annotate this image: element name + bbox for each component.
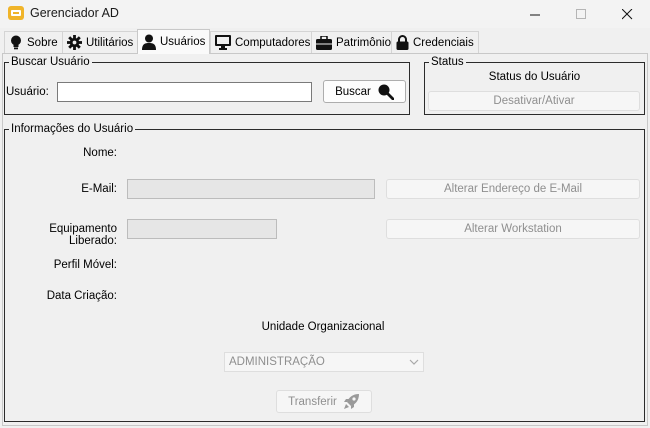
user-label: Usuário: bbox=[6, 86, 49, 98]
maximize-icon bbox=[575, 8, 586, 19]
email-label: E-Mail: bbox=[81, 183, 117, 195]
lightbulb-icon bbox=[11, 35, 21, 50]
user-search-input[interactable] bbox=[57, 82, 312, 102]
close-button[interactable] bbox=[604, 0, 650, 28]
user-info-legend: Informações do Usuário bbox=[9, 122, 136, 136]
name-label: Nome: bbox=[83, 147, 117, 159]
tab-computadores[interactable]: Computadores bbox=[210, 31, 316, 53]
briefcase-icon bbox=[316, 35, 332, 50]
ou-selected-value: ADMINISTRAÇÃO bbox=[229, 356, 325, 368]
search-button[interactable]: Buscar bbox=[323, 80, 406, 103]
profile-label: Perfil Móvel: bbox=[53, 259, 117, 271]
ou-select[interactable]: ADMINISTRAÇÃO bbox=[224, 352, 424, 372]
maximize-button[interactable] bbox=[558, 0, 604, 28]
change-email-button[interactable]: Alterar Endereço de E-Mail bbox=[386, 179, 640, 199]
created-label: Data Criação: bbox=[46, 290, 117, 302]
status-heading: Status do Usuário bbox=[488, 71, 581, 83]
lock-icon bbox=[396, 35, 409, 50]
search-icon bbox=[378, 84, 394, 100]
change-workstation-button[interactable]: Alterar Workstation bbox=[386, 219, 640, 239]
tab-credenciais[interactable]: Credenciais bbox=[391, 31, 479, 53]
minimize-icon bbox=[529, 14, 540, 15]
change-email-label: Alterar Endereço de E-Mail bbox=[443, 183, 583, 195]
tab-patrimonio-label: Patrimônio bbox=[336, 36, 391, 49]
tab-usuarios-label: Usuários bbox=[160, 36, 206, 48]
transfer-button[interactable]: Transferir bbox=[276, 390, 372, 413]
toggle-status-label: Desativar/Ativar bbox=[493, 95, 575, 107]
user-icon bbox=[142, 34, 156, 50]
close-icon bbox=[621, 8, 632, 19]
app-icon bbox=[8, 6, 24, 20]
user-info-group: Informações do Usuário bbox=[4, 122, 645, 422]
window-title: Gerenciador AD bbox=[30, 6, 119, 20]
gear-icon bbox=[67, 35, 82, 50]
tab-credenciais-label: Credenciais bbox=[413, 36, 474, 49]
tab-patrimonio[interactable]: Patrimônio bbox=[311, 31, 396, 53]
search-group-legend: Buscar Usuário bbox=[9, 55, 92, 69]
monitor-icon bbox=[215, 35, 231, 50]
transfer-label: Transferir bbox=[288, 395, 337, 408]
tab-sobre[interactable]: Sobre bbox=[4, 31, 63, 53]
minimize-button[interactable] bbox=[512, 0, 558, 28]
ou-heading: Unidade Organizacional bbox=[261, 321, 385, 333]
rocket-icon bbox=[343, 394, 359, 409]
toggle-status-button[interactable]: Desativar/Ativar bbox=[428, 91, 640, 111]
equipment-field[interactable] bbox=[127, 219, 277, 239]
tab-usuarios[interactable]: Usuários bbox=[137, 29, 211, 54]
search-button-label: Buscar bbox=[335, 85, 371, 98]
chevron-down-icon bbox=[409, 359, 419, 365]
equipment-label: Equipamento Liberado: bbox=[49, 223, 117, 247]
tab-sobre-label: Sobre bbox=[27, 36, 58, 49]
status-group-legend: Status bbox=[429, 55, 466, 69]
tab-utilitarios[interactable]: Utilitários bbox=[62, 31, 139, 53]
email-field[interactable] bbox=[127, 179, 375, 199]
tab-computadores-label: Computadores bbox=[235, 36, 311, 49]
change-workstation-label: Alterar Workstation bbox=[464, 223, 562, 235]
tab-utilitarios-label: Utilitários bbox=[86, 36, 134, 49]
